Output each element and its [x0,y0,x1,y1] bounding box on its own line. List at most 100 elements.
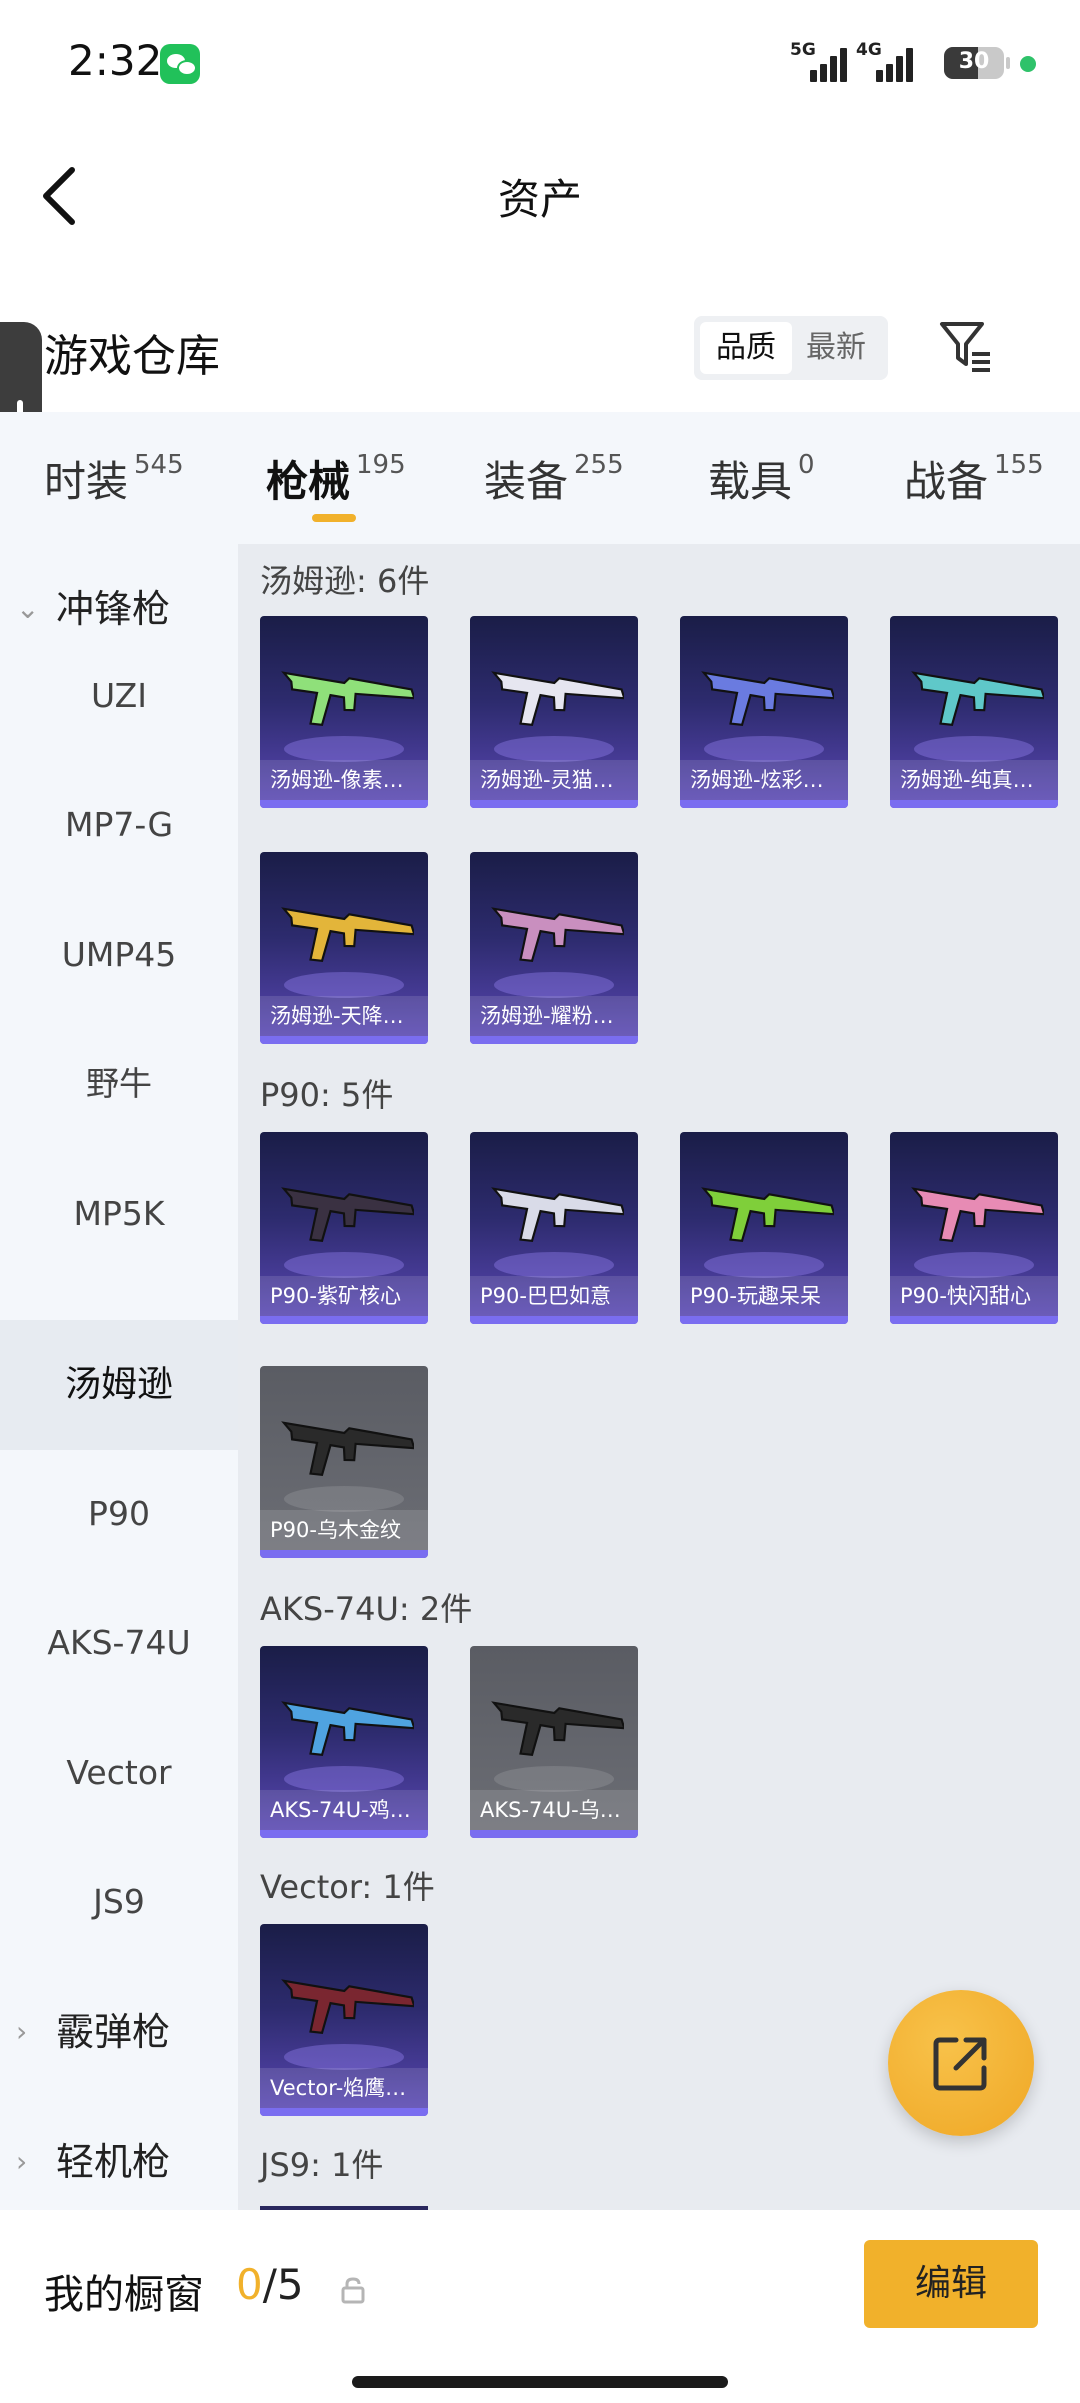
skin-card[interactable]: 汤姆逊-灵猫… [470,616,638,808]
showcase-max: 5 [276,2260,304,2309]
skin-name: 汤姆逊-炫彩… [680,760,848,800]
tab-vehicles[interactable]: 载具 0 [708,448,815,509]
category-shotgun[interactable]: › 霰弹枪 [0,1967,238,2097]
rarity-bar [260,1316,428,1324]
skin-card[interactable]: Vector-焰鹰… [260,1924,428,2116]
category-p90[interactable]: P90 [0,1449,238,1579]
category-label: Vector [66,1753,172,1792]
tab-count: 255 [574,450,624,480]
rarity-bar [470,800,638,808]
skin-card[interactable]: 汤姆逊-耀粉… [470,852,638,1044]
skin-card[interactable]: AKS-74U-鸡… [260,1646,428,1838]
tab-count: 0 [798,450,815,480]
rarity-bar [470,1036,638,1044]
rarity-bar [260,800,428,808]
gun-skin-icon [281,1979,414,2034]
warehouse-title: 游戏仓库 [44,331,220,382]
tab-equipment[interactable]: 装备 255 [484,448,624,509]
skin-card[interactable]: 汤姆逊-像素… [260,616,428,808]
tab-fashion[interactable]: 时装 545 [44,448,184,509]
chevron-right-icon: › [16,2015,28,2048]
skin-card[interactable]: P90-快闪甜心 [890,1132,1058,1324]
rarity-bar [260,1036,428,1044]
skin-card[interactable]: AKS-74U-乌… [470,1646,638,1838]
skin-name: 汤姆逊-天降… [260,996,428,1036]
active-tab-indicator [312,514,356,522]
category-mp7g[interactable]: MP7-G [0,760,238,890]
category-vector[interactable]: Vector [0,1708,238,1838]
skin-card[interactable]: P90-紫矿核心 [260,1132,428,1324]
category-label: 野牛 [86,1064,152,1103]
skin-card[interactable]: 汤姆逊-天降… [260,852,428,1044]
gun-skin-icon [281,907,414,962]
category-aks74u[interactable]: AKS-74U [0,1578,238,1708]
category-label: 汤姆逊 [64,1364,173,1405]
skin-name: 汤姆逊-纯真… [890,760,1058,800]
gun-skin-icon [491,671,624,726]
category-label: 霰弹枪 [56,2010,171,2054]
category-js9[interactable]: JS9 [0,1837,238,1967]
filter-icon [940,322,990,372]
skin-card[interactable]: 汤姆逊-纯真… [890,616,1058,808]
home-indicator [352,2376,728,2388]
category-label: MP5K [73,1194,165,1233]
gun-skin-icon [281,1421,414,1476]
skin-card[interactable]: 汤姆逊-炫彩… [680,616,848,808]
section-title-aks74u: AKS-74U: 2件 [260,1590,473,1628]
category-mp5k[interactable]: MP5K [0,1149,238,1279]
tab-label: 载具 [708,457,793,506]
category-label: 冲锋枪 [56,587,171,631]
rarity-bar [680,1316,848,1324]
skin-name: 汤姆逊-像素… [260,760,428,800]
skin-name: P90-乌木金纹 [260,1510,428,1550]
section-title-thompson: 汤姆逊: 6件 [260,562,430,600]
showcase-current: 0 [236,2260,263,2309]
page-title: 资产 [497,175,582,224]
tab-firearms[interactable]: 枪械 195 [266,448,406,509]
clock: 2:32 [68,36,163,85]
sort-quality-button[interactable]: 品质 [700,322,792,374]
skin-card[interactable]: P90-巴巴如意 [470,1132,638,1324]
rarity-bar [260,2108,428,2116]
rarity-bar [260,1830,428,1838]
skin-card[interactable]: P90-玩趣呆呆 [680,1132,848,1324]
rarity-bar [890,800,1058,808]
tab-count: 155 [994,450,1044,480]
wechat-icon [160,44,200,84]
sort-newest-button[interactable]: 最新 [790,322,882,374]
category-tabs: 时装 545 枪械 195 装备 255 载具 0 战备 155 [0,412,1080,544]
category-label: P90 [88,1494,150,1533]
category-label: UZI [91,676,147,715]
category-thompson[interactable]: 汤姆逊 [0,1320,238,1450]
sort-toggle: 品质 最新 [694,316,888,380]
skin-name: 汤姆逊-耀粉… [470,996,638,1036]
skin-card[interactable]: P90-乌木金纹 [260,1366,428,1558]
skin-name: P90-快闪甜心 [890,1276,1058,1316]
edit-button[interactable]: 编辑 [864,2240,1038,2328]
share-button[interactable] [888,1990,1034,2136]
gun-skin-icon [491,907,624,962]
section-title-p90: P90: 5件 [260,1076,394,1114]
rarity-bar [680,800,848,808]
category-bison[interactable]: 野牛 [0,1019,238,1149]
tab-battle-supplies[interactable]: 战备 155 [904,448,1044,509]
category-label: JS9 [93,1882,145,1921]
category-uzi[interactable]: UZI [0,631,238,761]
rarity-bar [470,1830,638,1838]
showcase-count: 0/5 [236,2260,304,2309]
skin-name: Vector-焰鹰… [260,2068,428,2108]
signal-5g-icon: 5G [790,40,847,82]
chevron-right-icon: › [16,2145,28,2178]
showcase-label: 我的橱窗 [44,2272,204,2318]
category-ump45[interactable]: UMP45 [0,890,238,1020]
category-label: UMP45 [61,935,177,974]
tab-count: 195 [356,450,406,480]
skin-name: P90-玩趣呆呆 [680,1276,848,1316]
skin-name: AKS-74U-鸡… [260,1790,428,1830]
battery-level: 30 [958,49,990,74]
category-lmg[interactable]: › 轻机枪 [0,2097,238,2210]
tab-label: 枪械 [266,457,351,506]
gun-skin-icon [281,671,414,726]
category-label: MP7-G [64,805,174,844]
filter-button[interactable] [938,318,994,374]
